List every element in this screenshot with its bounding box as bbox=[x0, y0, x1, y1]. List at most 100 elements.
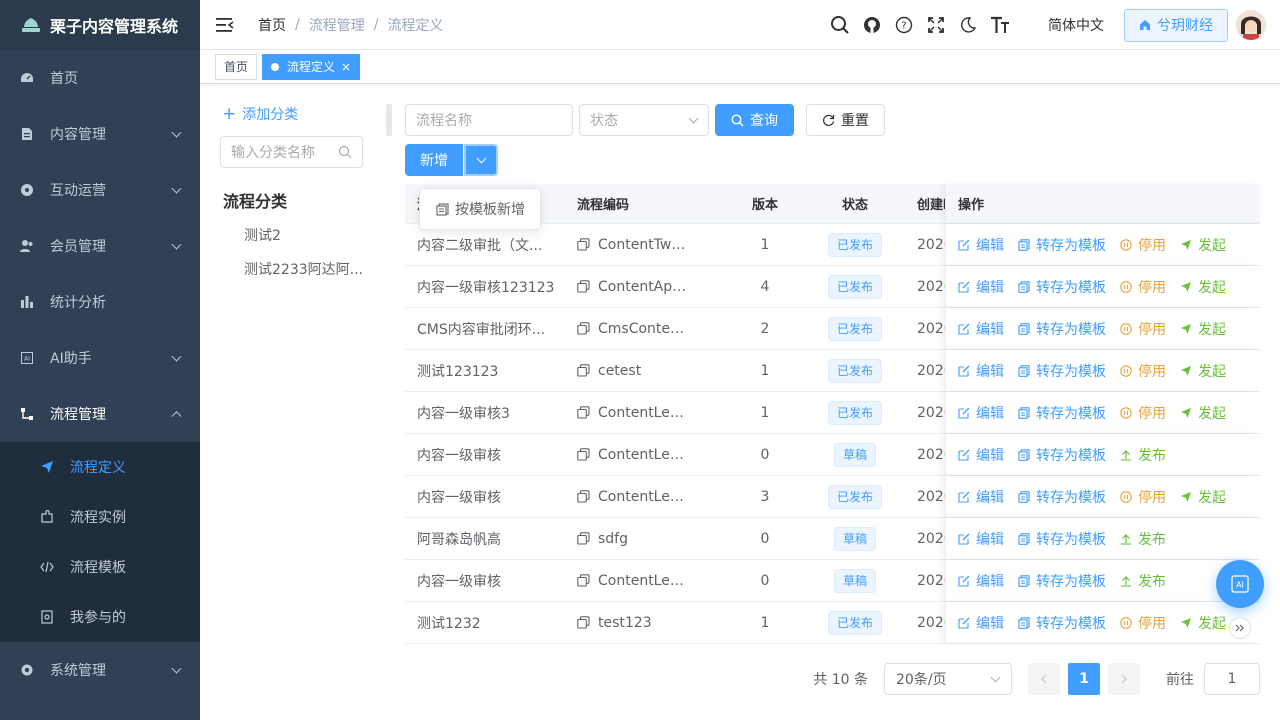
status-select[interactable]: 状态 bbox=[579, 104, 709, 136]
edit-button[interactable]: 编辑 bbox=[958, 319, 1004, 339]
tenant-button[interactable]: 兮玥财经 bbox=[1124, 8, 1228, 42]
start-button[interactable]: 发起 bbox=[1180, 613, 1226, 633]
save-as-template-button[interactable]: 转存为模板 bbox=[1018, 571, 1106, 591]
edit-button[interactable]: 编辑 bbox=[958, 235, 1004, 255]
close-icon[interactable]: × bbox=[341, 55, 351, 79]
search-button[interactable]: 查询 bbox=[715, 104, 794, 136]
help-icon[interactable]: ? bbox=[888, 9, 920, 41]
svg-text:AI: AI bbox=[1236, 581, 1244, 590]
sidebar-item-ai[interactable]: AI AI助手 bbox=[0, 330, 200, 386]
process-name-input[interactable]: 流程名称 bbox=[405, 104, 573, 136]
sidebar-item-system[interactable]: 系统管理 bbox=[0, 642, 200, 698]
goto-page-input[interactable]: 1 bbox=[1204, 663, 1260, 695]
start-button[interactable]: 发起 bbox=[1180, 319, 1226, 339]
next-page-button[interactable] bbox=[1108, 663, 1140, 695]
save-as-template-button[interactable]: 转存为模板 bbox=[1018, 277, 1106, 297]
save-as-template-button[interactable]: 转存为模板 bbox=[1018, 529, 1106, 549]
sidebar-item-home[interactable]: 首页 bbox=[0, 50, 200, 106]
publish-button[interactable]: 发布 bbox=[1120, 529, 1166, 549]
copy-icon[interactable] bbox=[577, 238, 590, 251]
disable-button[interactable]: 停用 bbox=[1120, 403, 1166, 423]
font-size-icon[interactable] bbox=[984, 9, 1016, 41]
disable-button[interactable]: 停用 bbox=[1120, 235, 1166, 255]
ai-assistant-button[interactable]: AI bbox=[1216, 560, 1264, 608]
disable-button[interactable]: 停用 bbox=[1120, 613, 1166, 633]
edit-button[interactable]: 编辑 bbox=[958, 361, 1004, 381]
sidebar-item-interaction[interactable]: 互动运营 bbox=[0, 162, 200, 218]
dark-mode-icon[interactable] bbox=[952, 9, 984, 41]
sidebar-item-statistics[interactable]: 统计分析 bbox=[0, 274, 200, 330]
edit-button[interactable]: 编辑 bbox=[958, 277, 1004, 297]
sidebar-subitem-instance[interactable]: 流程实例 bbox=[0, 492, 200, 542]
avatar[interactable] bbox=[1236, 10, 1266, 40]
start-button[interactable]: 发起 bbox=[1180, 361, 1226, 381]
prev-page-button[interactable] bbox=[1028, 663, 1060, 695]
edit-button[interactable]: 编辑 bbox=[958, 445, 1004, 465]
add-button[interactable]: 新增 bbox=[405, 144, 463, 176]
github-icon[interactable] bbox=[856, 9, 888, 41]
save-as-template-button[interactable]: 转存为模板 bbox=[1018, 445, 1106, 465]
category-item[interactable]: 测试2 bbox=[220, 225, 366, 247]
start-button[interactable]: 发起 bbox=[1180, 403, 1226, 423]
start-button[interactable]: 发起 bbox=[1180, 277, 1226, 297]
edit-button[interactable]: 编辑 bbox=[958, 487, 1004, 507]
save-as-template-button[interactable]: 转存为模板 bbox=[1018, 235, 1106, 255]
panel-splitter[interactable] bbox=[386, 104, 392, 136]
sidebar-item-members[interactable]: 会员管理 bbox=[0, 218, 200, 274]
copy-icon[interactable] bbox=[577, 280, 590, 293]
edit-button[interactable]: 编辑 bbox=[958, 529, 1004, 549]
svg-text:?: ? bbox=[901, 21, 906, 32]
disable-button[interactable]: 停用 bbox=[1120, 487, 1166, 507]
save-as-template-button[interactable]: 转存为模板 bbox=[1018, 361, 1106, 381]
category-item[interactable]: 测试2233阿达阿... bbox=[220, 259, 366, 281]
reset-button[interactable]: 重置 bbox=[806, 104, 885, 136]
tag-definition[interactable]: 流程定义 × bbox=[262, 53, 361, 80]
disable-button[interactable]: 停用 bbox=[1120, 361, 1166, 381]
sidebar-subitem-participated[interactable]: 我参与的 bbox=[0, 592, 200, 642]
sidebar-subitem-definition[interactable]: 流程定义 bbox=[0, 442, 200, 492]
fullscreen-icon[interactable] bbox=[920, 9, 952, 41]
page-size-select[interactable]: 20条/页 bbox=[884, 663, 1012, 695]
copy-icon[interactable] bbox=[577, 448, 590, 461]
copy-icon[interactable] bbox=[577, 406, 590, 419]
search-icon[interactable] bbox=[824, 9, 856, 41]
save-as-template-button[interactable]: 转存为模板 bbox=[1018, 487, 1106, 507]
save-as-template-button[interactable]: 转存为模板 bbox=[1018, 403, 1106, 423]
edit-button[interactable]: 编辑 bbox=[958, 403, 1004, 423]
sidebar-subitem-template[interactable]: 流程模板 bbox=[0, 542, 200, 592]
copy-icon[interactable] bbox=[577, 364, 590, 377]
copy-icon[interactable] bbox=[577, 322, 590, 335]
disable-button[interactable]: 停用 bbox=[1120, 277, 1166, 297]
op-label: 发布 bbox=[1138, 531, 1166, 548]
users-icon bbox=[20, 239, 34, 253]
tag-home[interactable]: 首页 bbox=[215, 53, 258, 80]
add-dropdown-toggle[interactable] bbox=[464, 144, 498, 176]
dropdown-item-from-template[interactable]: 按模板新增 bbox=[455, 199, 525, 219]
edit-button[interactable]: 编辑 bbox=[958, 571, 1004, 591]
sidebar-item-label: 会员管理 bbox=[50, 239, 106, 255]
save-as-template-button[interactable]: 转存为模板 bbox=[1018, 319, 1106, 339]
start-button[interactable]: 发起 bbox=[1180, 487, 1226, 507]
category-search-input[interactable]: 输入分类名称 bbox=[220, 136, 363, 168]
save-as-template-button[interactable]: 转存为模板 bbox=[1018, 613, 1106, 633]
sidebar-item-content[interactable]: 内容管理 bbox=[0, 106, 200, 162]
breadcrumb-home[interactable]: 首页 bbox=[258, 15, 286, 35]
expand-icon[interactable] bbox=[1229, 617, 1251, 639]
add-category-button[interactable]: + 添加分类 bbox=[222, 104, 366, 124]
copy-icon[interactable] bbox=[577, 616, 590, 629]
page-button-current[interactable]: 1 bbox=[1068, 663, 1100, 695]
template-icon bbox=[1018, 238, 1030, 251]
edit-button[interactable]: 编辑 bbox=[958, 613, 1004, 633]
app-logo[interactable]: 栗子内容管理系统 bbox=[0, 0, 200, 50]
start-button[interactable]: 发起 bbox=[1180, 235, 1226, 255]
menu-fold-icon[interactable] bbox=[216, 17, 234, 33]
sidebar-item-workflow[interactable]: 流程管理 bbox=[0, 386, 200, 442]
copy-icon[interactable] bbox=[577, 532, 590, 545]
disable-button[interactable]: 停用 bbox=[1120, 319, 1166, 339]
language-switch[interactable]: 简体中文 bbox=[1048, 15, 1104, 35]
copy-icon[interactable] bbox=[577, 490, 590, 503]
publish-button[interactable]: 发布 bbox=[1120, 571, 1166, 591]
copy-icon[interactable] bbox=[577, 574, 590, 587]
table-row: 内容一级审核123123 ContentApp... 4 已发布 2026-07… bbox=[405, 266, 1260, 308]
publish-button[interactable]: 发布 bbox=[1120, 445, 1166, 465]
